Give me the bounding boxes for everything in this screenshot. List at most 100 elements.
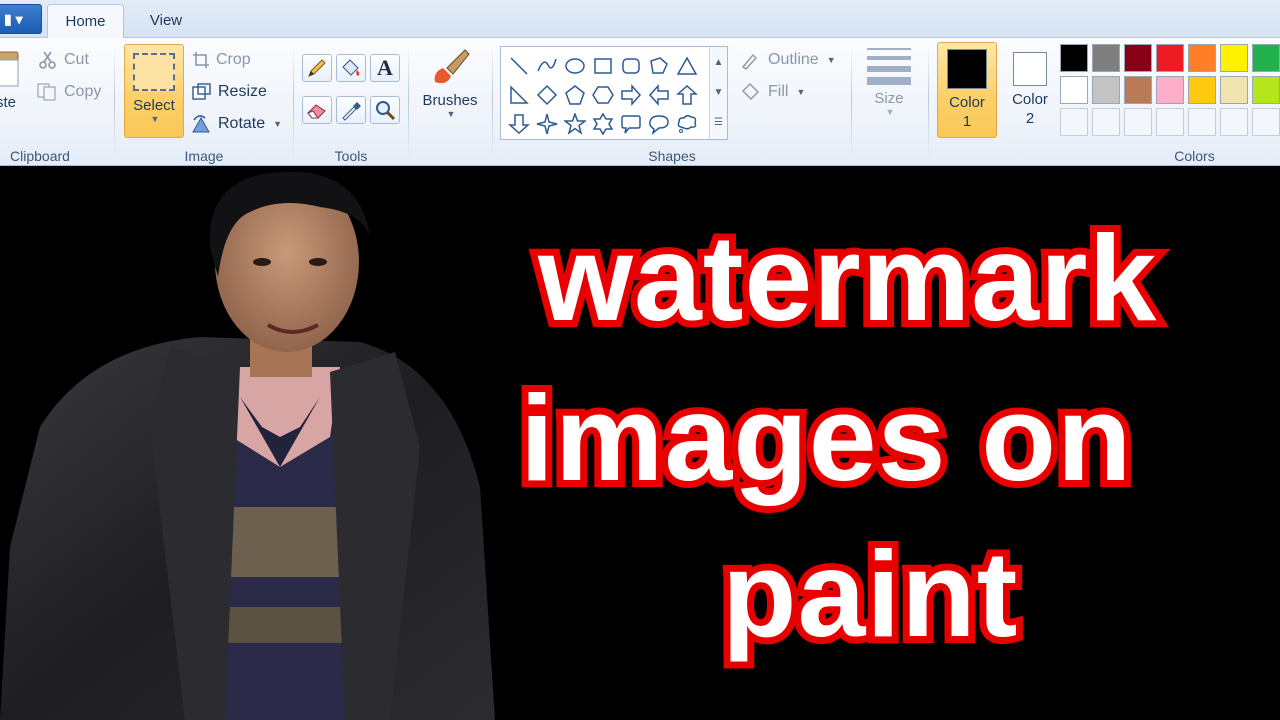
separator [408,44,409,160]
outline-label: Outline [768,51,819,68]
palette-swatch[interactable] [1156,44,1184,72]
five-point-star-shape-icon[interactable] [561,109,589,138]
size-label: Size [874,90,904,107]
fill-button[interactable]: Fill ▼ [740,80,805,104]
paste-icon [0,51,19,87]
up-arrow-shape-icon[interactable] [673,80,701,109]
palette-swatch[interactable] [1188,44,1216,72]
tools-group-label: Tools [334,148,368,164]
palette-swatch[interactable] [1060,76,1088,104]
palette-swatch[interactable] [1156,108,1184,136]
rectangle-shape-icon[interactable] [589,51,617,80]
curve-shape-icon[interactable] [533,51,561,80]
color1-button[interactable]: Color 1 [937,42,997,138]
outline-button[interactable]: Outline ▼ [740,48,836,72]
scissors-icon [39,51,56,69]
select-button[interactable]: Select ▼ [124,44,184,138]
shapes-gallery: ▲ ▼ ☰ [500,46,728,140]
polygon-shape-icon[interactable] [645,51,673,80]
palette-swatch[interactable] [1124,108,1152,136]
shapes-group-label: Shapes [648,148,696,164]
person-photo [0,171,495,720]
palette-swatch[interactable] [1252,76,1280,104]
color2-swatch [1013,52,1047,86]
fill-label: Fill [768,83,789,100]
crop-label: Crop [216,51,251,68]
outline-brush-icon [741,53,757,70]
size-button[interactable]: Size ▼ [860,44,918,138]
palette-swatch[interactable] [1060,44,1088,72]
hexagon-shape-icon[interactable] [589,80,617,109]
line-shape-icon[interactable] [505,51,533,80]
color1-number: 1 [962,113,972,130]
down-arrow-shape-icon[interactable] [505,109,533,138]
color-picker-tool[interactable] [336,96,366,124]
palette-swatch[interactable] [1092,44,1120,72]
palette-swatch[interactable] [1124,76,1152,104]
colors-group-label: Colors [1174,148,1215,164]
select-label: Select [133,97,175,114]
magnifier-tool[interactable] [370,96,400,124]
crop-button[interactable]: Crop [192,48,251,72]
drawing-canvas[interactable]: watermark images on paint [0,167,1280,720]
brushes-button[interactable]: Brushes ▼ [418,44,482,138]
pentagon-shape-icon[interactable] [561,80,589,109]
palette-swatch[interactable] [1252,108,1280,136]
eraser-tool[interactable] [302,96,332,124]
paste-button[interactable]: ste [0,44,26,138]
palette-swatch[interactable] [1220,108,1248,136]
rounded-callout-shape-icon[interactable] [617,109,645,138]
ribbon-tab-bar: ▮ ▾ Home View [0,0,1280,39]
right-arrow-shape-icon[interactable] [617,80,645,109]
fill-bucket-icon [742,83,759,100]
chevron-down-icon: ▼ [150,114,160,124]
palette-swatch[interactable] [1188,108,1216,136]
watermark-text-line-1: watermark [531,210,1163,346]
magnifier-icon [376,101,396,121]
left-arrow-shape-icon[interactable] [645,80,673,109]
palette-swatch[interactable] [1060,108,1088,136]
palette-swatch[interactable] [1124,44,1152,72]
paint-bucket-icon [342,59,360,76]
eyedropper-icon [342,102,361,121]
six-point-star-shape-icon[interactable] [589,109,617,138]
resize-icon [192,83,211,100]
file-menu-button[interactable]: ▮ ▾ [0,4,42,34]
tab-view[interactable]: View [130,4,202,38]
brush-icon [434,49,470,84]
palette-swatch[interactable] [1220,76,1248,104]
pencil-tool[interactable] [302,54,332,82]
paste-label: ste [0,94,16,111]
pencil-icon [308,59,326,77]
right-triangle-shape-icon[interactable] [505,80,533,109]
triangle-shape-icon[interactable] [673,51,701,80]
tab-home[interactable]: Home [47,4,124,39]
oval-shape-icon[interactable] [561,51,589,80]
palette-swatch[interactable] [1156,76,1184,104]
rotate-button[interactable]: Rotate ▼ [190,112,282,136]
palette-swatch[interactable] [1252,44,1280,72]
select-icon [133,53,175,91]
scroll-up-icon[interactable]: ▲ [710,47,727,77]
rounded-rectangle-shape-icon[interactable] [617,51,645,80]
palette-swatch[interactable] [1188,76,1216,104]
cut-button[interactable]: Cut [38,48,89,72]
palette-swatch[interactable] [1092,76,1120,104]
four-point-star-shape-icon[interactable] [533,109,561,138]
diamond-shape-icon[interactable] [533,80,561,109]
color2-button[interactable]: Color 2 [1000,42,1060,138]
cloud-callout-shape-icon[interactable] [673,109,701,138]
text-tool[interactable]: A [370,54,400,82]
shapes-scrollbar[interactable]: ▲ ▼ ☰ [709,47,727,139]
scroll-down-icon[interactable]: ▼ [710,77,727,107]
fill-tool[interactable] [336,54,366,82]
clipboard-group-label: Clipboard [10,148,70,164]
copy-button[interactable]: Copy [36,80,101,104]
resize-button[interactable]: Resize [192,80,267,104]
oval-callout-shape-icon[interactable] [645,109,673,138]
expand-gallery-icon[interactable]: ☰ [710,107,727,137]
clipboard-group: ste Cut Copy Clipboard [0,38,114,166]
resize-label: Resize [218,83,267,100]
palette-swatch[interactable] [1092,108,1120,136]
palette-swatch[interactable] [1220,44,1248,72]
